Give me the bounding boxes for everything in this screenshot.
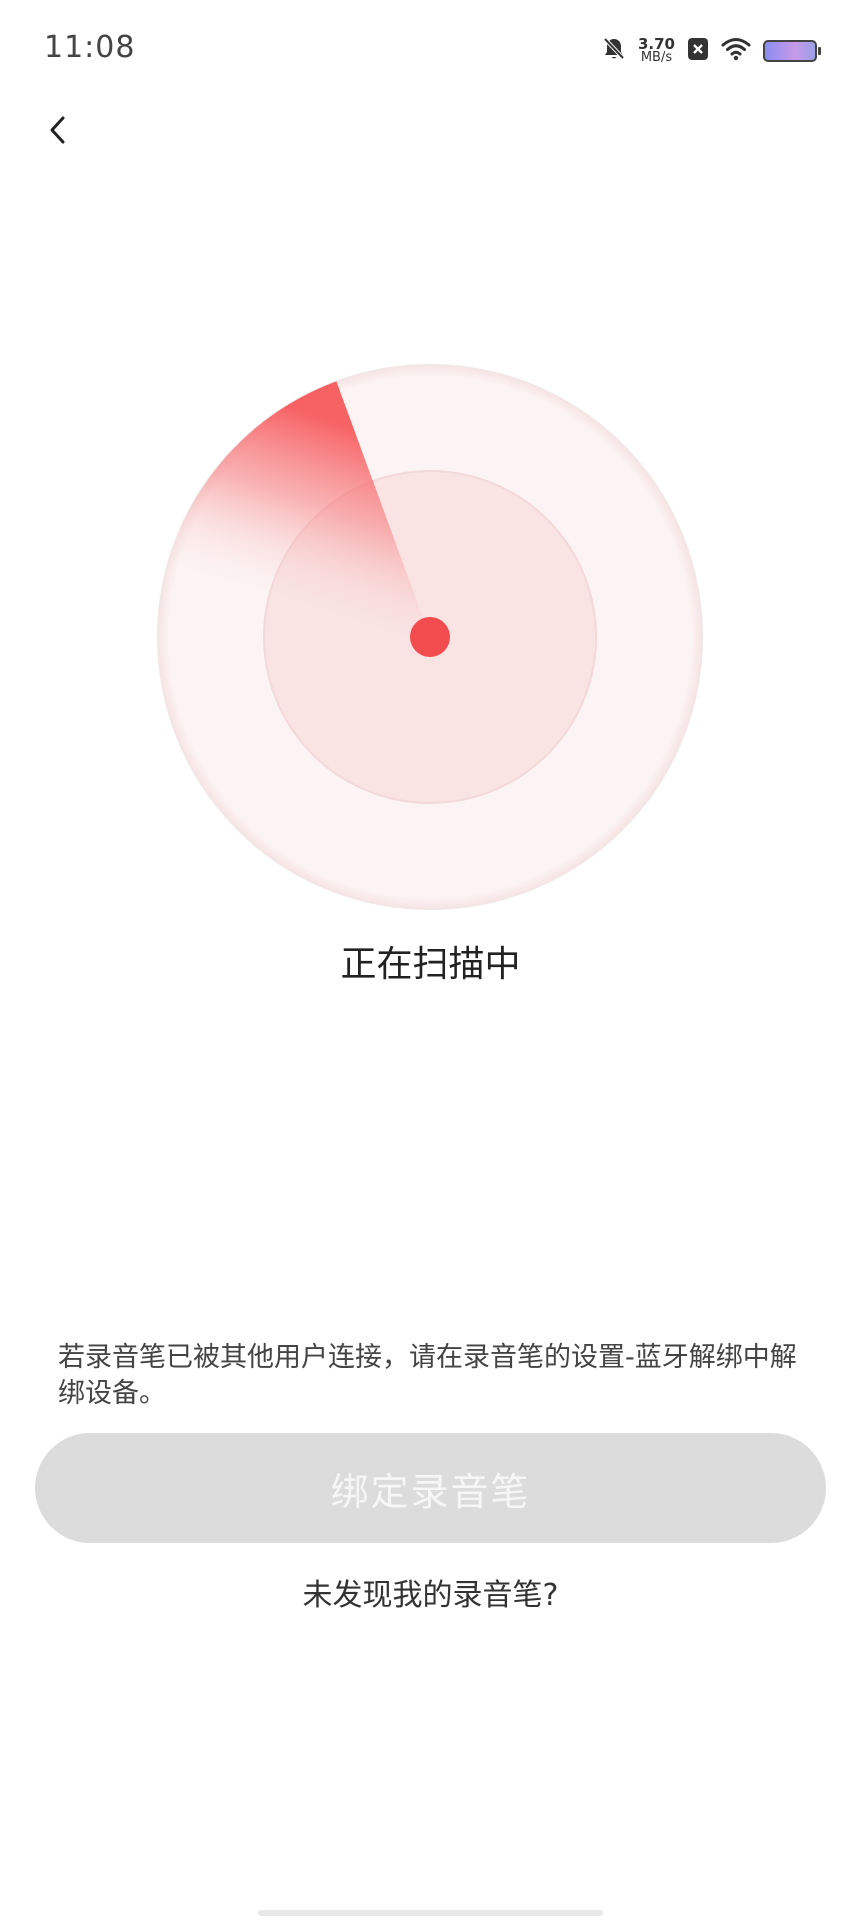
net-speed-value: 3.70: [637, 35, 675, 53]
home-indicator[interactable]: [258, 1910, 603, 1916]
scan-status-text: 正在扫描中: [340, 944, 521, 985]
net-speed-unit: MB/s: [640, 50, 673, 65]
back-button[interactable]: [38, 110, 78, 150]
radar-center-dot: [410, 617, 450, 657]
chevron-left-icon: [50, 116, 65, 144]
unbind-hint-text: 若录音笔已被其他用户连接，请在录音笔的设置-蓝牙解绑中解绑设备。: [58, 1342, 797, 1409]
battery-icon: [763, 40, 821, 62]
radar-scanner: [155, 362, 705, 912]
status-time: 11:08: [44, 30, 136, 65]
net-speed: 3.70 MB/s: [638, 37, 675, 65]
status-icons: 3.70 MB/s: [602, 34, 821, 68]
recorder-not-found-link[interactable]: 未发现我的录音笔?: [0, 1570, 861, 1614]
close-box-icon: [687, 37, 709, 65]
wifi-icon: [721, 37, 751, 65]
bind-recorder-button[interactable]: 绑定录音笔: [35, 1433, 826, 1543]
status-bar: 11:08 3.70 MB/s: [0, 0, 861, 100]
bell-off-icon: [602, 36, 626, 66]
